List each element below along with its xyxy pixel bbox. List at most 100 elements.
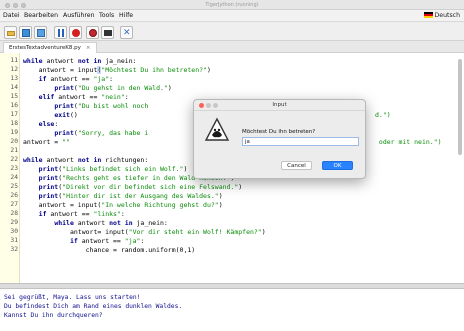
code-text: antwort — [73, 219, 110, 227]
code-string: "In welche Richtung gehst du?" — [101, 201, 219, 209]
code-text: ) — [183, 165, 188, 173]
console-line: Du befindest Dich am Rand eines dunklen … — [4, 303, 183, 310]
code-keyword: print — [54, 102, 74, 110]
python-question-icon — [204, 117, 230, 141]
code-string: "ja" — [93, 75, 110, 83]
code-line: elif antwort == "nein": — [23, 93, 129, 101]
line-number: 25 — [10, 183, 18, 190]
code-text: () — [69, 111, 78, 119]
code-line: print("Direkt vor dir befindet sich eine… — [23, 183, 243, 191]
code-text: ja_nein: — [101, 57, 137, 65]
tools-icon: ✕ — [123, 28, 131, 38]
menu-hilfe[interactable]: Hilfe — [119, 12, 133, 19]
code-keyword: print — [38, 192, 59, 200]
code-string: "" — [62, 138, 70, 146]
code-keyword: print — [54, 84, 74, 92]
line-number: 12 — [10, 66, 18, 73]
code-line: antwort = input("Möchtest Du ihn betrete… — [23, 66, 211, 74]
tools-button[interactable]: ✕ — [120, 26, 133, 39]
stop-icon — [72, 29, 80, 37]
debug-button[interactable] — [86, 26, 99, 39]
code-text: richtungen: — [101, 156, 149, 164]
code-line: print("Hinter dir ist der Ausgang des Wa… — [23, 192, 223, 200]
editor-scrollbar[interactable] — [458, 59, 462, 155]
code-text: ) — [206, 66, 211, 74]
code-text: ) — [238, 183, 243, 191]
open-folder-button[interactable] — [4, 26, 17, 39]
line-number: 13 — [10, 75, 18, 82]
save-button[interactable] — [19, 26, 32, 39]
german-flag-icon — [423, 12, 433, 18]
code-overflow-19: oder mit nein.") — [375, 138, 442, 146]
console-button[interactable] — [101, 26, 114, 39]
line-number: 17 — [10, 111, 18, 118]
code-text: : — [120, 210, 125, 218]
code-line: while antwort not in ja_nein: — [23, 57, 137, 65]
code-text: ) — [218, 192, 223, 200]
line-number: 15 — [10, 93, 18, 100]
code-keyword: while — [23, 57, 43, 65]
save-as-button[interactable] — [34, 26, 47, 39]
dialog-text-input[interactable]: ja — [242, 137, 359, 146]
code-line: while antwort not in ja_nein: — [23, 219, 168, 227]
pause-button[interactable] — [54, 26, 67, 39]
tab-filename: ErstesTextadventureK8.py — [9, 45, 81, 51]
tab-file[interactable]: ErstesTextadventureK8.py × — [3, 42, 97, 53]
code-text: antwort = — [23, 138, 63, 146]
code-line: chance = random.uniform(0,1) — [23, 246, 196, 254]
code-text: chance = random.uniform(0,1) — [23, 246, 196, 254]
code-text: : — [109, 75, 114, 83]
output-console[interactable]: Sei gegrüßt, Maya. Lass uns starten! Du … — [0, 289, 464, 331]
code-keyword: print — [54, 129, 74, 137]
language-label: Deutsch — [434, 12, 460, 19]
code-string: "Hinter dir ist der Ausgang des Waldes." — [62, 192, 219, 200]
tab-bar: ErstesTextadventureK8.py × — [0, 41, 464, 53]
dialog-title-bar: Input — [194, 100, 365, 111]
line-number-gutter: 11 12 13 14 15 16 17 18 19 20 21 22 23 24 25 26 27 28 29 30… — [0, 53, 20, 283]
code-keyword: else — [38, 120, 55, 128]
code-text: ) — [218, 201, 223, 209]
menu-bearbeiten[interactable]: Bearbeiten — [24, 12, 58, 19]
code-text: antwort == — [46, 210, 94, 218]
line-number: 27 — [10, 201, 18, 208]
code-keyword: print — [38, 165, 59, 173]
code-text: antwort == — [54, 93, 102, 101]
menu-tools[interactable]: Tools — [99, 12, 114, 19]
code-keyword: not in — [77, 156, 102, 164]
line-number: 20 — [10, 138, 18, 145]
code-line: exit() — [23, 111, 78, 119]
ok-button[interactable]: OK — [322, 161, 353, 170]
menu-datei[interactable]: Datei — [3, 12, 20, 19]
save-as-icon — [37, 29, 45, 37]
title-bar: TigerJython (running) — [0, 0, 464, 10]
code-keyword: if — [69, 237, 78, 245]
menu-ausfuehren[interactable]: Ausführen — [63, 12, 95, 19]
debug-icon — [89, 29, 97, 37]
dialog-prompt: Möchtest Du ihn betreten? — [242, 129, 316, 135]
line-number: 11 — [10, 57, 18, 64]
language-selector[interactable]: Deutsch — [423, 12, 460, 19]
cancel-button[interactable]: Cancel — [281, 161, 312, 170]
code-text: ja_nein: — [132, 219, 168, 227]
console-line: Kannst Du ihn durchqueren? — [4, 312, 103, 319]
line-number: 14 — [10, 84, 18, 91]
code-keyword: while — [54, 219, 74, 227]
code-keyword: elif — [38, 93, 55, 101]
code-line: antwort = "" — [23, 138, 70, 146]
code-string: "links" — [93, 210, 121, 218]
code-line: if antwort == "links": — [23, 210, 125, 218]
open-folder-icon — [7, 31, 15, 36]
code-line: print("Links befindet sich ein Wolf.") — [23, 165, 188, 173]
stop-button[interactable] — [69, 26, 82, 39]
tab-close-icon[interactable]: × — [86, 45, 91, 51]
